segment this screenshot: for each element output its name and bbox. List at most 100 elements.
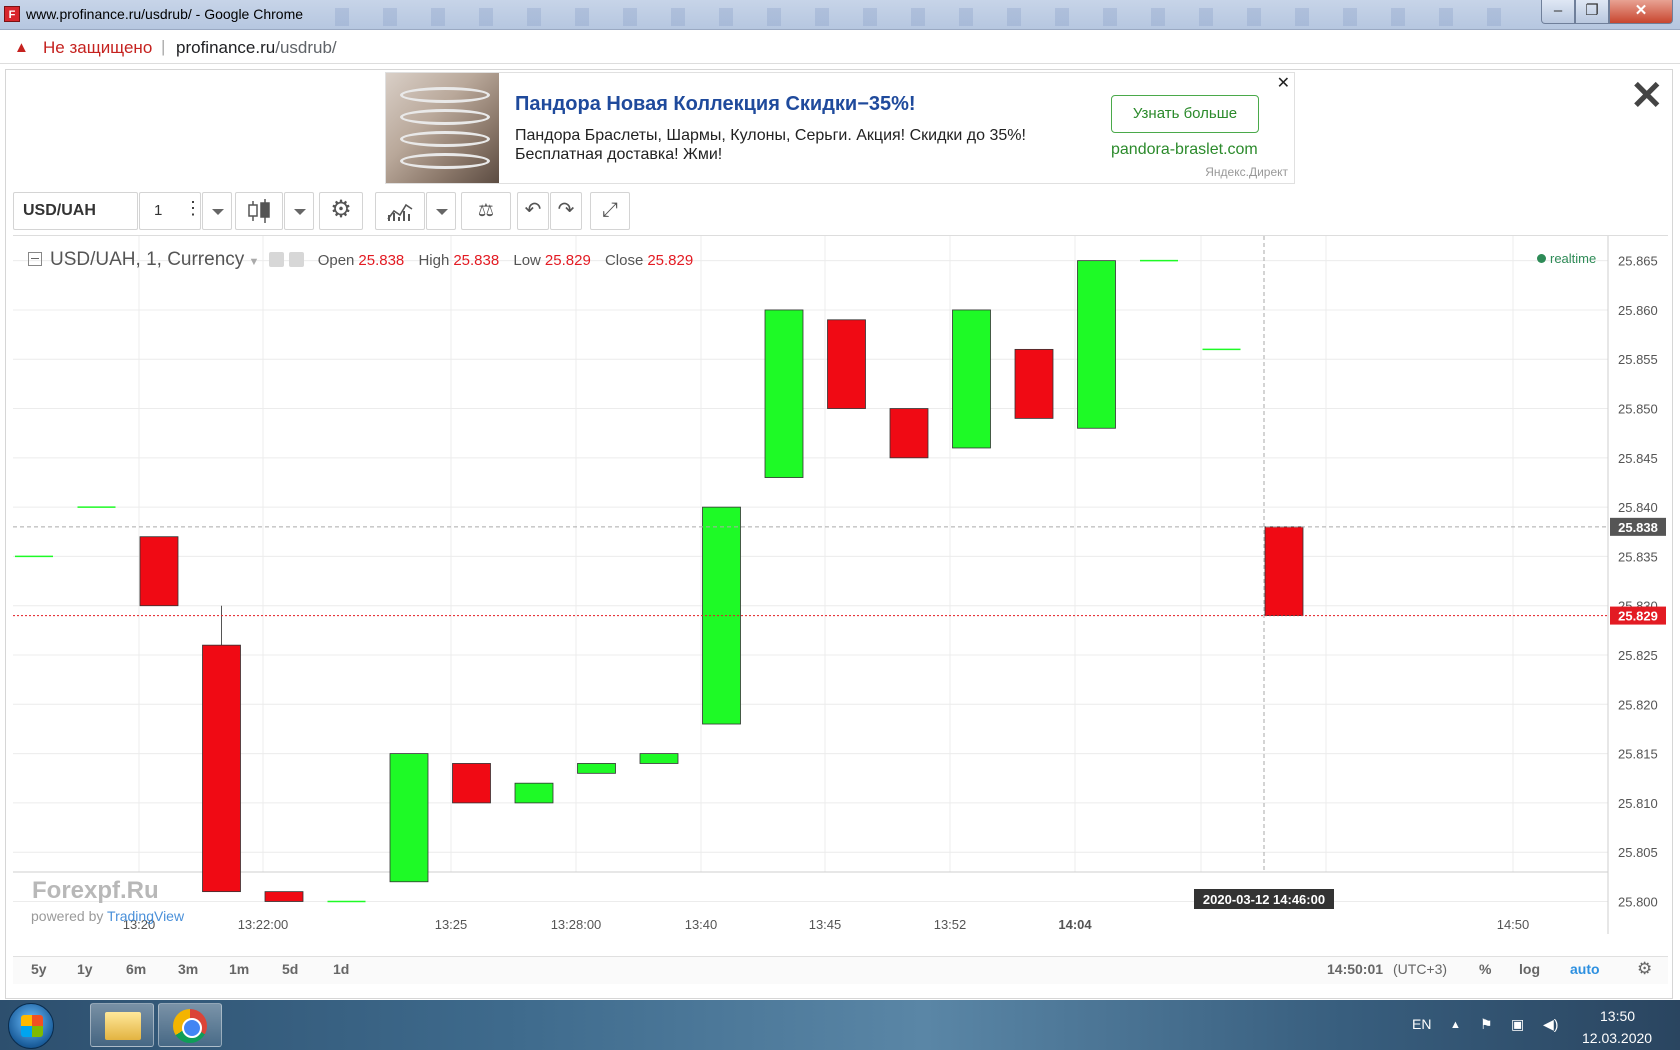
scales-icon: ⚖ (477, 200, 495, 220)
watermark-logo: Forexpf.Ru (32, 877, 159, 904)
chart-toolbar: USD/UAH 1 ⋮ ⚙ ⚖ ↶ ↷ ⤢ (13, 189, 1668, 233)
y-tick-label: 25.845 (1618, 451, 1658, 466)
crosshair-price-label: 25.838 (1618, 520, 1658, 535)
candle-down[interactable] (1264, 526, 1304, 616)
undo-button[interactable]: ↶ (517, 192, 549, 230)
chrome-icon (173, 1009, 207, 1043)
language-indicator[interactable]: EN (1412, 1016, 1431, 1032)
bracelet-shape (400, 87, 490, 103)
legend-title[interactable]: USD/UAH, 1, Currency (50, 249, 244, 270)
indicators-button[interactable] (375, 192, 425, 230)
ad-image[interactable] (386, 73, 499, 183)
eye-icon[interactable] (268, 252, 284, 267)
interval-select[interactable]: 1 ⋮ (139, 192, 202, 230)
url-text[interactable]: profinance.ru/usdrub/ (176, 38, 337, 58)
address-separator: | (161, 37, 166, 56)
chart-type-dropdown-button[interactable] (284, 192, 314, 230)
timezone-button[interactable]: (UTC+3) (1393, 961, 1447, 977)
candle-up[interactable] (514, 782, 554, 804)
interval-dropdown-button[interactable] (202, 192, 232, 230)
range-6m[interactable]: 6m (126, 961, 146, 977)
server-time: 14:50:01 (1327, 961, 1384, 977)
settings-button[interactable]: ⚙ (319, 192, 363, 230)
y-tick-label: 25.840 (1618, 500, 1658, 515)
fullscreen-button[interactable]: ⤢ (590, 192, 630, 230)
candle-down[interactable] (452, 763, 491, 804)
ad-domain-link[interactable]: pandora-braslet.com (1111, 141, 1258, 159)
clock-time[interactable]: 13:50 (1600, 1008, 1635, 1024)
warning-icon[interactable]: ▲ (14, 39, 29, 56)
taskbar-explorer-button[interactable] (90, 1003, 154, 1047)
collapse-legend-icon[interactable] (28, 252, 42, 266)
candle-down[interactable] (827, 319, 866, 409)
candle-up[interactable] (639, 753, 679, 764)
range-1y[interactable]: 1y (77, 961, 93, 977)
y-tick-label: 25.860 (1618, 303, 1658, 318)
tray-expand-icon[interactable]: ▲ (1450, 1019, 1461, 1031)
indicators-icon (387, 203, 413, 221)
maximize-button[interactable]: ❐ (1575, 0, 1609, 24)
gear-icon[interactable]: ⚙ (1637, 959, 1652, 979)
indicators-dropdown-button[interactable] (426, 192, 456, 230)
candle-up[interactable] (389, 753, 429, 883)
taskbar-chrome-button[interactable] (158, 1003, 222, 1047)
open-label: Open (317, 252, 355, 269)
redo-button[interactable]: ↷ (550, 192, 582, 230)
chevron-down-icon[interactable]: ▼ (248, 256, 259, 268)
url-path: /usdrub/ (275, 38, 337, 57)
y-tick-label: 25.805 (1618, 845, 1658, 860)
price-chart[interactable]: 25.865 25.860 25.855 25.850 25.845 25.840 25.8… (13, 235, 1668, 934)
security-status[interactable]: Не защищено (43, 38, 152, 58)
ad-cta-button[interactable]: Узнать больше (1111, 95, 1259, 133)
ad-network-label[interactable]: Яндекс.Директ (1205, 165, 1288, 179)
window-close-button[interactable]: ✕ (1609, 0, 1673, 24)
folder-icon (105, 1012, 141, 1040)
ad-close-icon[interactable]: ✕ (1277, 73, 1290, 93)
range-1m[interactable]: 1m (229, 961, 249, 977)
bracelet-shape (400, 109, 490, 125)
log-scale-button[interactable]: log (1519, 961, 1540, 977)
gear-icon: ⚙ (330, 196, 352, 223)
symbol-input[interactable]: USD/UAH (13, 192, 138, 230)
ad-headline[interactable]: Пандора Новая Коллекция Скидки−35%! (515, 93, 916, 116)
range-5d[interactable]: 5d (282, 961, 298, 977)
range-3m[interactable]: 3m (178, 961, 198, 977)
chart-type-button[interactable] (235, 192, 283, 230)
candle-down[interactable] (889, 408, 929, 459)
range-1d[interactable]: 1d (333, 961, 349, 977)
y-tick-label: 25.820 (1618, 697, 1658, 712)
address-bar[interactable]: ▲ Не защищено | profinance.ru/usdrub/ (0, 30, 1680, 64)
start-button[interactable] (8, 1003, 54, 1049)
low-value: 25.829 (544, 252, 591, 269)
gear-icon[interactable] (288, 252, 304, 267)
network-icon[interactable]: ▣ (1511, 1016, 1524, 1033)
action-center-flag-icon[interactable]: ⚑ (1480, 1016, 1493, 1033)
close-value: 25.829 (647, 252, 694, 269)
candle-down[interactable] (139, 536, 179, 607)
clock-date[interactable]: 12.03.2020 (1582, 1030, 1652, 1046)
auto-scale-button[interactable]: auto (1570, 961, 1600, 977)
candle-down[interactable] (202, 644, 241, 893)
range-5y[interactable]: 5y (31, 961, 47, 977)
x-tick-label: 13:45 (809, 917, 842, 932)
realtime-label: realtime (1550, 251, 1597, 266)
candle-up[interactable] (952, 309, 991, 449)
candle-down[interactable] (1014, 348, 1054, 419)
page-close-icon[interactable]: ✕ (1630, 76, 1664, 116)
tradingview-link[interactable]: TradingView (107, 908, 184, 924)
url-host: profinance.ru (176, 38, 276, 57)
volume-icon[interactable]: ◀) (1543, 1016, 1558, 1033)
high-value: 25.838 (453, 252, 500, 269)
chart-canvas[interactable]: 25.865 25.860 25.855 25.850 25.845 25.840 25.8… (13, 236, 1668, 934)
percent-scale-button[interactable]: % (1479, 961, 1491, 977)
y-tick-label: 25.835 (1618, 549, 1658, 564)
candle-up[interactable] (577, 763, 616, 774)
candle-up[interactable] (1077, 260, 1116, 429)
candle-down[interactable] (264, 891, 304, 902)
x-tick-label: 13:25 (435, 917, 468, 932)
minimize-button[interactable]: – (1541, 0, 1575, 24)
candle-up[interactable] (764, 309, 804, 478)
ad-banner[interactable]: Пандора Новая Коллекция Скидки−35%! Панд… (385, 72, 1295, 184)
y-tick-label: 25.855 (1618, 352, 1658, 367)
compare-button[interactable]: ⚖ (461, 192, 511, 230)
